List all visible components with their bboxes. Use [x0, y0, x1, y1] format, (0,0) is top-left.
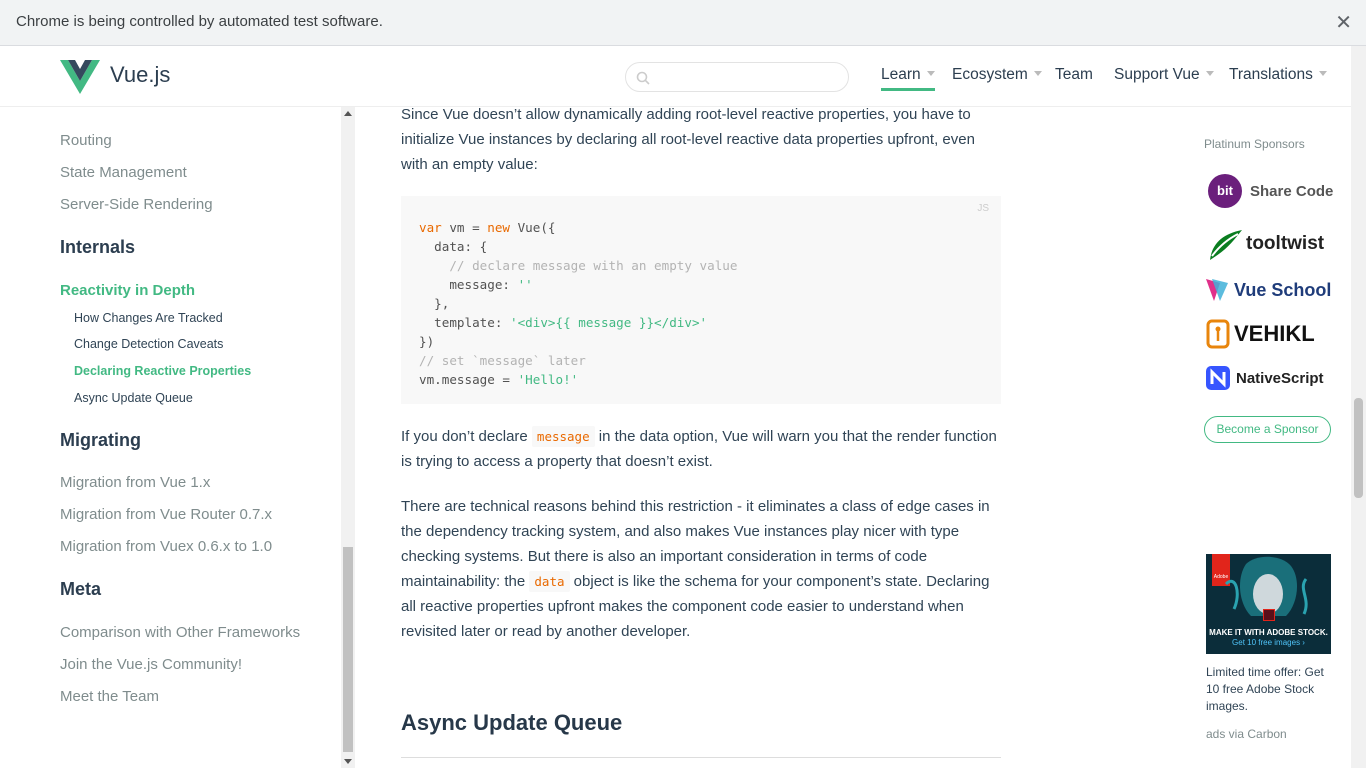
chevron-down-icon — [1318, 71, 1327, 76]
ad-tagline: MAKE IT WITH ADOBE STOCK. — [1209, 628, 1328, 637]
code-language-label: JS — [977, 203, 989, 214]
nav-support-vue[interactable]: Support Vue — [1114, 66, 1214, 84]
sponsor-tooltwist-label: tooltwist — [1246, 233, 1325, 254]
vue-logo-icon[interactable] — [60, 60, 100, 94]
sidebar-heading-meta: Meta — [60, 579, 102, 599]
heading-divider — [401, 757, 1001, 758]
sponsor-vueschool[interactable]: Vue School — [1204, 272, 1331, 308]
tooltwist-leaf-icon — [1210, 230, 1242, 260]
ad-caption[interactable]: Limited time offer: Get 10 free Adobe St… — [1206, 664, 1336, 715]
automation-infobar: Chrome is being controlled by automated … — [0, 0, 1366, 46]
become-sponsor-button[interactable]: Become a Sponsor — [1204, 416, 1331, 443]
ad-badge-icon — [1263, 609, 1275, 621]
ad-subline: Get 10 free images › — [1232, 638, 1305, 647]
nav-ecosystem-label: Ecosystem — [952, 66, 1028, 83]
site-header: Vue.js Learn Ecosystem Team Support Vue … — [0, 46, 1366, 107]
sidebar-sub-change-detection[interactable]: Change Detection Caveats — [74, 337, 223, 351]
sponsors-title: Platinum Sponsors — [1204, 137, 1305, 151]
sponsor-bit[interactable]: bit Share Code — [1204, 173, 1333, 209]
close-icon[interactable]: ✕ — [1335, 10, 1352, 34]
bit-logo-icon: bit — [1208, 174, 1242, 208]
paragraph-warning: If you don’t declare message in the data… — [401, 426, 997, 470]
search-input[interactable] — [656, 68, 841, 88]
sidebar-sub-async-queue[interactable]: Async Update Queue — [74, 391, 193, 405]
sponsor-nativescript-label: NativeScript — [1236, 369, 1324, 387]
nav-ecosystem[interactable]: Ecosystem — [952, 66, 1042, 84]
sidebar-item-migration-vue1[interactable]: Migration from Vue 1.x — [60, 474, 210, 491]
sponsor-vehikl-label: VEHIKL — [1234, 321, 1315, 346]
sidebar-item-state-management[interactable]: State Management — [60, 164, 187, 181]
sidebar-item-team[interactable]: Meet the Team — [60, 688, 159, 705]
page-scroll-thumb[interactable] — [1354, 398, 1363, 498]
sponsor-bit-label: Share Code — [1250, 182, 1334, 200]
sidebar-item-ssr[interactable]: Server-Side Rendering — [60, 196, 213, 213]
paragraph-intro: Since Vue doesn’t allow dynamically addi… — [401, 106, 975, 173]
sidebar-item-comparison[interactable]: Comparison with Other Frameworks — [60, 624, 300, 641]
sidebar-sub-how-changes[interactable]: How Changes Are Tracked — [74, 311, 223, 325]
sidebar: Routing State Management Server-Side Ren… — [0, 107, 340, 768]
sidebar-item-routing[interactable]: Routing — [60, 132, 112, 149]
chevron-down-icon — [1205, 71, 1214, 76]
inline-code-data: data — [529, 571, 570, 592]
sponsor-vehikl[interactable]: VEHIKL — [1204, 316, 1315, 352]
sidebar-scrollbar[interactable] — [341, 107, 355, 768]
nav-translations[interactable]: Translations — [1229, 66, 1327, 84]
ad-via-carbon[interactable]: ads via Carbon — [1206, 727, 1287, 741]
vueschool-logo-icon — [1206, 279, 1228, 301]
paragraph-reasons: There are technical reasons behind this … — [401, 498, 990, 640]
sidebar-item-migration-router[interactable]: Migration from Vue Router 0.7.x — [60, 506, 272, 523]
sidebar-sub-declaring-reactive[interactable]: Declaring Reactive Properties — [74, 364, 251, 378]
scroll-up-icon[interactable] — [344, 111, 352, 116]
search-box[interactable] — [625, 62, 849, 92]
ad-image[interactable]: Adobe MAKE IT WITH ADOBE STOCK. Get 10 f… — [1206, 554, 1331, 654]
page-scrollbar[interactable] — [1351, 46, 1366, 768]
chevron-down-icon — [926, 71, 935, 76]
nav-learn[interactable]: Learn — [881, 66, 935, 91]
brand-name[interactable]: Vue.js — [110, 62, 170, 88]
infobar-message: Chrome is being controlled by automated … — [16, 13, 383, 30]
search-icon — [636, 71, 650, 85]
sidebar-heading-migrating: Migrating — [60, 430, 141, 450]
chevron-down-icon — [1033, 71, 1042, 76]
nav-learn-label: Learn — [881, 66, 921, 83]
sponsor-tooltwist[interactable]: tooltwist — [1204, 226, 1324, 262]
sidebar-item-community[interactable]: Join the Vue.js Community! — [60, 656, 242, 673]
nav-team-label: Team — [1055, 66, 1093, 83]
section-heading-async-update-queue: Async Update Queue — [401, 710, 623, 735]
sponsor-vueschool-label: Vue School — [1234, 279, 1332, 300]
sponsor-nativescript[interactable]: NativeScript — [1204, 360, 1324, 396]
scroll-down-icon[interactable] — [344, 759, 352, 764]
code-block: JS var vm = new Vue({ data: { // declare… — [401, 196, 1001, 404]
nav-support-vue-label: Support Vue — [1114, 66, 1200, 83]
sidebar-scroll-thumb[interactable] — [343, 547, 353, 752]
nav-team[interactable]: Team — [1055, 66, 1093, 84]
code-text: var vm = new Vue({ data: { // declare me… — [419, 220, 738, 387]
sidebar-item-migration-vuex[interactable]: Migration from Vuex 0.6.x to 1.0 — [60, 538, 272, 555]
nativescript-logo-icon — [1206, 366, 1230, 390]
inline-code-message: message — [531, 426, 595, 447]
sidebar-item-reactivity[interactable]: Reactivity in Depth — [60, 282, 195, 299]
nav-translations-label: Translations — [1229, 66, 1313, 83]
vehikl-logo-icon — [1206, 319, 1230, 349]
sidebar-heading-internals: Internals — [60, 237, 136, 257]
